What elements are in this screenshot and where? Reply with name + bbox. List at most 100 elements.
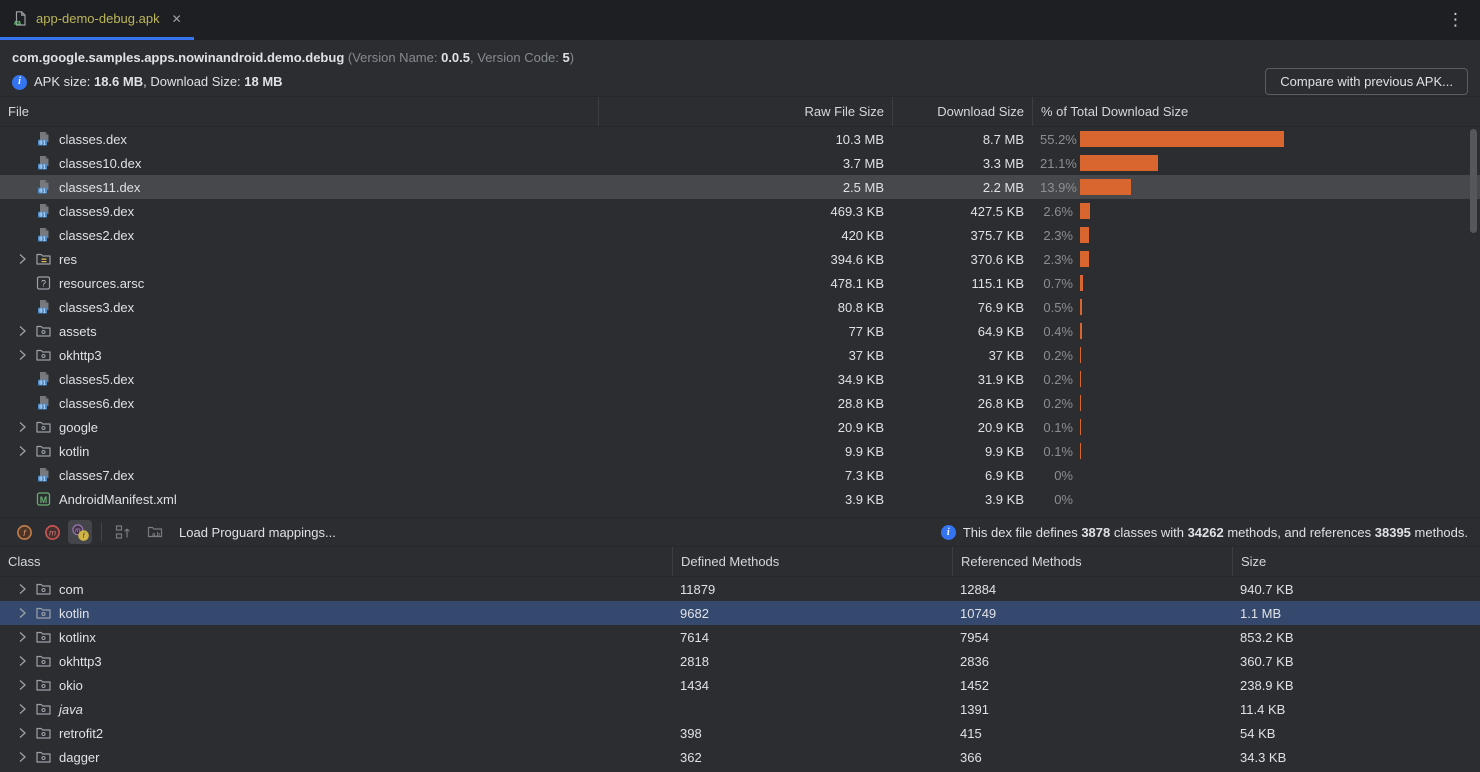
chevron-right-icon[interactable]: [14, 443, 30, 459]
class-row[interactable]: kotlinx76147954853.2 KB: [0, 625, 1480, 649]
file-row[interactable]: res394.6 KB370.6 KB2.3%: [0, 247, 1480, 271]
file-row[interactable]: kotlin9.9 KB9.9 KB0.1%: [0, 439, 1480, 463]
expand-tree-button[interactable]: [111, 520, 135, 544]
raw-file-size: 2.5 MB: [598, 175, 892, 199]
svg-text:M: M: [40, 495, 48, 505]
chevron-right-icon[interactable]: [14, 629, 30, 645]
file-row[interactable]: 01classes9.dex469.3 KB427.5 KB2.6%: [0, 199, 1480, 223]
pct-bar: [1080, 251, 1089, 267]
defined-methods: 362: [672, 745, 952, 769]
column-header-pct-download[interactable]: % of Total Download Size: [1032, 97, 1480, 126]
pct-bar: [1080, 203, 1090, 219]
class-row[interactable]: kotlin9682107491.1 MB: [0, 601, 1480, 625]
show-methods-button[interactable]: m: [40, 520, 64, 544]
file-row[interactable]: 01classes3.dex80.8 KB76.9 KB0.5%: [0, 295, 1480, 319]
class-row[interactable]: okio14341452238.9 KB: [0, 673, 1480, 697]
dex-file-icon: 01: [35, 467, 52, 483]
chevron-right-icon[interactable]: [14, 749, 30, 765]
file-name: classes10.dex: [57, 156, 141, 171]
defined-methods: 398: [672, 721, 952, 745]
pct-of-download: 0.5%: [1040, 300, 1080, 315]
pct-of-download: 0.1%: [1040, 444, 1080, 459]
file-name: classes7.dex: [57, 468, 134, 483]
class-row[interactable]: dagger36236634.3 KB: [0, 745, 1480, 769]
pct-bar: [1080, 131, 1284, 147]
dex-file-icon: 01: [35, 299, 52, 315]
download-size-value: 18 MB: [244, 74, 282, 89]
column-header-download-size[interactable]: Download Size: [892, 97, 1032, 126]
file-row[interactable]: 01classes10.dex3.7 MB3.3 MB21.1%: [0, 151, 1480, 175]
package-size: 238.9 KB: [1232, 673, 1480, 697]
file-table-body: 01classes.dex10.3 MB8.7 MB55.2%01classes…: [0, 127, 1480, 518]
file-row[interactable]: 01classes6.dex28.8 KB26.8 KB0.2%: [0, 391, 1480, 415]
pct-of-download: 0.4%: [1040, 324, 1080, 339]
pct-bar: [1080, 227, 1089, 243]
column-header-size[interactable]: Size: [1232, 547, 1480, 576]
class-table-body: com1187912884940.7 KBkotlin9682107491.1 …: [0, 577, 1480, 772]
referenced-methods: 1391: [952, 697, 1232, 721]
svg-text:01: 01: [39, 141, 46, 147]
folder-icon: [35, 347, 52, 363]
download-size: 76.9 KB: [892, 295, 1032, 319]
column-header-raw-size[interactable]: Raw File Size: [598, 97, 892, 126]
dex-file-icon: 01: [35, 227, 52, 243]
defined-methods: [672, 697, 952, 721]
package-name: kotlinx: [57, 630, 96, 645]
package-size: 11.4 KB: [1232, 697, 1480, 721]
chevron-right-icon[interactable]: [14, 581, 30, 597]
defined-methods: 7614: [672, 625, 952, 649]
file-name: assets: [57, 324, 97, 339]
file-row[interactable]: 01classes11.dex2.5 MB2.2 MB13.9%: [0, 175, 1480, 199]
tab-apk-file[interactable]: app-demo-debug.apk ✕: [0, 0, 194, 40]
close-icon[interactable]: ✕: [172, 12, 182, 26]
file-row[interactable]: google20.9 KB20.9 KB0.1%: [0, 415, 1480, 439]
abc-folder-icon: a.b: [146, 523, 164, 541]
package-folder-icon: [35, 605, 52, 621]
pct-of-download: 2.6%: [1040, 204, 1080, 219]
dex-toolbar: fmmf a.b Load Proguard mappings... i Thi…: [0, 518, 1480, 547]
column-header-referenced-methods[interactable]: Referenced Methods: [952, 547, 1232, 576]
compare-apk-button[interactable]: Compare with previous APK...: [1265, 68, 1468, 95]
show-fields-button[interactable]: f: [12, 520, 36, 544]
column-header-defined-methods[interactable]: Defined Methods: [672, 547, 952, 576]
kebab-menu-icon[interactable]: ⋮: [1447, 0, 1464, 40]
pct-of-download: 0.2%: [1040, 396, 1080, 411]
referenced-methods: 2836: [952, 649, 1232, 673]
load-proguard-button[interactable]: Load Proguard mappings...: [179, 525, 336, 540]
file-row[interactable]: 01classes.dex10.3 MB8.7 MB55.2%: [0, 127, 1480, 151]
column-header-class[interactable]: Class: [0, 547, 672, 576]
pct-of-download: 0.7%: [1040, 276, 1080, 291]
chevron-right-icon[interactable]: [14, 251, 30, 267]
folder-icon: [35, 323, 52, 339]
file-row[interactable]: MAndroidManifest.xml3.9 KB3.9 KB0%: [0, 487, 1480, 511]
class-row[interactable]: okhttp328182836360.7 KB: [0, 649, 1480, 673]
chevron-right-icon[interactable]: [14, 725, 30, 741]
column-header-file[interactable]: File: [0, 97, 598, 126]
chevron-right-icon[interactable]: [14, 605, 30, 621]
show-all-classes-button[interactable]: mf: [68, 520, 92, 544]
defined-methods: 1434: [672, 673, 952, 697]
chevron-right-icon[interactable]: [14, 419, 30, 435]
package-size: 853.2 KB: [1232, 625, 1480, 649]
file-row[interactable]: okhttp337 KB37 KB0.2%: [0, 343, 1480, 367]
chevron-right-icon[interactable]: [14, 323, 30, 339]
class-row[interactable]: java139111.4 KB: [0, 697, 1480, 721]
class-row[interactable]: com1187912884940.7 KB: [0, 577, 1480, 601]
referenced-methods: 415: [952, 721, 1232, 745]
file-row[interactable]: ?resources.arsc478.1 KB115.1 KB0.7%: [0, 271, 1480, 295]
dex-file-icon: 01: [35, 131, 52, 147]
file-row[interactable]: 01classes7.dex7.3 KB6.9 KB0%: [0, 463, 1480, 487]
chevron-right-icon[interactable]: [14, 677, 30, 693]
chevron-right-icon[interactable]: [14, 347, 30, 363]
file-row[interactable]: assets77 KB64.9 KB0.4%: [0, 319, 1480, 343]
package-folder-icon: [35, 749, 52, 765]
class-row[interactable]: retrofit239841554 KB: [0, 721, 1480, 745]
download-size: 37 KB: [892, 343, 1032, 367]
package-names-button[interactable]: a.b: [143, 520, 167, 544]
chevron-right-icon[interactable]: [14, 701, 30, 717]
package-size: 34.3 KB: [1232, 745, 1480, 769]
file-row[interactable]: 01classes5.dex34.9 KB31.9 KB0.2%: [0, 367, 1480, 391]
scrollbar-thumb[interactable]: [1470, 129, 1477, 233]
chevron-right-icon[interactable]: [14, 653, 30, 669]
file-row[interactable]: 01classes2.dex420 KB375.7 KB2.3%: [0, 223, 1480, 247]
